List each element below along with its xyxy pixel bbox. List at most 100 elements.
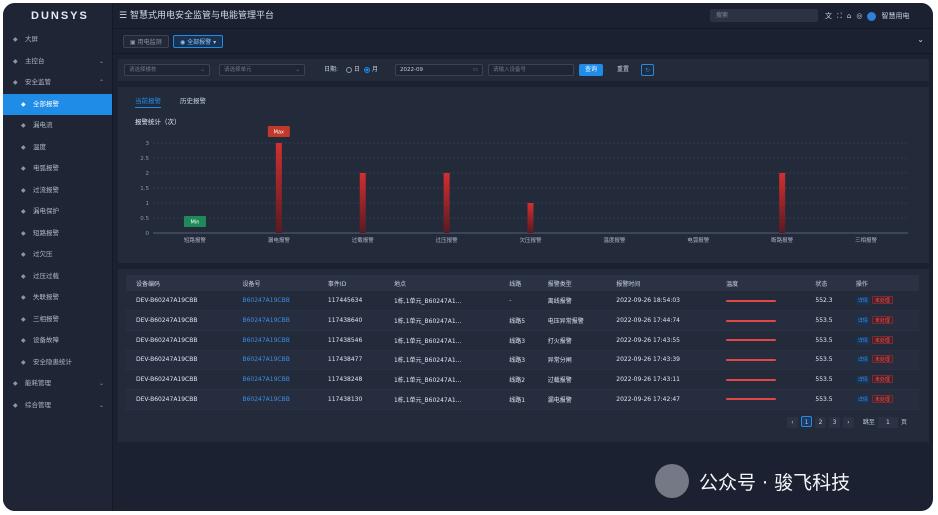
refresh-icon[interactable]: ↻ xyxy=(641,64,655,76)
month-picker[interactable]: 2022-09 ▭ xyxy=(395,64,483,76)
tab-all-alarms[interactable]: ◉ 全部报警 ▾ xyxy=(173,35,224,48)
cell-device[interactable]: B60247A19CBB xyxy=(232,369,318,390)
protect-icon: ◆ xyxy=(21,208,26,215)
cell-device[interactable]: B60247A19CBB xyxy=(232,310,318,331)
tab-power-monitor[interactable]: ▣ 用电监测 xyxy=(123,35,169,48)
cell-type: 漏电报警 xyxy=(537,389,607,410)
bar[interactable] xyxy=(443,173,450,233)
next-page-button[interactable]: › xyxy=(843,417,854,428)
menu-toggle-icon[interactable]: ☰ xyxy=(119,11,130,21)
day-radio[interactable]: 日 xyxy=(346,64,360,76)
sidebar-item-15[interactable]: ◆ 安全隐患统计 xyxy=(3,352,112,374)
view-button[interactable]: 详情 xyxy=(855,356,870,365)
month-value: 2022-09 xyxy=(400,67,423,73)
tab-icon: ▣ xyxy=(130,39,138,46)
view-button[interactable]: 详情 xyxy=(855,297,870,306)
sidebar-item-label: 全部报警 xyxy=(33,99,59,108)
building-select[interactable]: 请选择楼栋 ⌄ xyxy=(124,64,210,76)
chevron-down-icon[interactable]: ⌄ xyxy=(917,35,924,44)
sidebar-item-5[interactable]: ◆ 温度 xyxy=(3,137,112,159)
energy-icon: ◆ xyxy=(13,380,18,387)
table-row: DEV-B60247A19CBB B60247A19CBB 117438640 1栋,… xyxy=(126,310,919,331)
sidebar-item-label: 短路报警 xyxy=(33,228,59,237)
sidebar-item-label: 安全监管 xyxy=(25,78,51,86)
sidebar-item-3[interactable]: ◆ 全部报警 xyxy=(3,93,112,115)
search-input[interactable]: 搜索 xyxy=(710,9,818,22)
cell-status: 553.5 xyxy=(805,330,846,351)
goto-input[interactable]: 1 xyxy=(877,417,898,428)
bar[interactable] xyxy=(359,173,366,233)
sidebar-item-8[interactable]: ◆ 漏电保护 xyxy=(3,201,112,223)
cell-device[interactable]: B60247A19CBB xyxy=(232,389,318,410)
sidebar-item-1[interactable]: ◆ 主控台 ⌄ xyxy=(3,51,112,73)
github-icon[interactable]: ◎ xyxy=(856,12,862,20)
page-3-button[interactable]: 3 xyxy=(829,417,840,428)
y-tick-label: 1.5 xyxy=(140,186,149,192)
view-button[interactable]: 详情 xyxy=(855,317,870,326)
heart-icon: ◆ xyxy=(13,57,18,65)
prev-page-button[interactable]: ‹ xyxy=(787,417,798,428)
x-tick-label: 三相报警 xyxy=(855,236,878,244)
sidebar-item-2[interactable]: ◆ 安全监管 ⌃ xyxy=(3,72,112,94)
bar[interactable] xyxy=(275,143,282,233)
page-2-button[interactable]: 2 xyxy=(815,417,826,428)
overload-icon: ◆ xyxy=(21,272,26,280)
marker-label: Min xyxy=(191,220,200,226)
column-header: 事件ID xyxy=(317,275,384,291)
sidebar-item-0[interactable]: ◆ 大屏 xyxy=(3,29,112,51)
month-radio[interactable]: 月 xyxy=(364,64,378,76)
reset-button[interactable]: 重置 xyxy=(611,64,635,76)
unit-select[interactable]: 请选择单元 ⌄ xyxy=(219,64,305,76)
temperature-bar xyxy=(726,339,777,342)
user-name[interactable]: 智慧用电 xyxy=(881,12,909,20)
unprocessed-badge[interactable]: 未处理 xyxy=(871,296,893,305)
sidebar-item-12[interactable]: ◆ 失联报警 xyxy=(3,287,112,309)
sidebar-item-17[interactable]: ◆ 综合管理 ⌄ xyxy=(3,395,112,417)
tab-label: 全部报警 xyxy=(187,39,212,46)
temp-icon: ◆ xyxy=(21,143,26,151)
bar[interactable] xyxy=(779,173,786,233)
fullscreen-icon[interactable]: ⛶ xyxy=(837,12,842,20)
bar[interactable] xyxy=(527,203,534,233)
sidebar-item-label: 电弧报警 xyxy=(33,164,59,172)
chevron-icon: ⌄ xyxy=(98,380,104,387)
app-frame: DUNSYS ◆ 大屏 ◆ 主控台 ⌄ ◆ 安全监管 ⌃ ◆ 全部报警 ◆ 漏电流 ◆ 温度 ◆ 电弧报警 ◆ 过… xyxy=(3,3,933,511)
sidebar-item-label: 主控台 xyxy=(25,56,45,65)
device-input[interactable]: 请输入设备号 xyxy=(488,64,574,76)
unprocessed-badge[interactable]: 未处理 xyxy=(871,394,893,403)
view-button[interactable]: 详情 xyxy=(855,395,870,404)
unprocessed-badge[interactable]: 未处理 xyxy=(871,355,893,364)
cell-device[interactable]: B60247A19CBB xyxy=(232,291,318,312)
translate-icon[interactable]: 文 xyxy=(825,12,832,20)
marker-max: Max xyxy=(267,126,290,137)
sidebar-item-6[interactable]: ◆ 电弧报警 xyxy=(3,158,112,180)
sidebar-item-14[interactable]: ◆ 设备故障 xyxy=(3,330,112,352)
sidebar: DUNSYS ◆ 大屏 ◆ 主控台 ⌄ ◆ 安全监管 ⌃ ◆ 全部报警 ◆ 漏电流 ◆ 温度 ◆ 电弧报警 ◆ 过… xyxy=(3,3,113,511)
watermark: 公众号 · 骏飞科技 xyxy=(655,461,933,501)
view-button[interactable]: 详情 xyxy=(855,336,870,345)
sidebar-item-13[interactable]: ◆ 三相报警 xyxy=(3,309,112,331)
cell-line: 线路2 xyxy=(499,369,538,390)
column-header: 报警时间 xyxy=(606,275,717,291)
search-button[interactable]: 查询 xyxy=(579,64,604,76)
avatar[interactable] xyxy=(867,11,877,21)
cell-device[interactable]: B60247A19CBB xyxy=(232,330,318,351)
voltage-icon: ◆ xyxy=(21,251,26,258)
cell-code: DEV-B60247A19CBB xyxy=(126,310,233,331)
y-tick-label: 2.5 xyxy=(140,156,149,162)
cell-device[interactable]: B60247A19CBB xyxy=(232,350,318,371)
sidebar-item-16[interactable]: ◆ 能耗管理 ⌄ xyxy=(3,373,112,395)
sidebar-item-4[interactable]: ◆ 漏电流 xyxy=(3,115,112,137)
sidebar-item-7[interactable]: ◆ 过流报警 xyxy=(3,180,112,202)
unprocessed-badge[interactable]: 未处理 xyxy=(871,375,893,384)
unprocessed-badge[interactable]: 未处理 xyxy=(871,335,893,344)
sidebar-item-10[interactable]: ◆ 过欠压 xyxy=(3,244,112,266)
sidebar-item-9[interactable]: ◆ 短路报警 xyxy=(3,223,112,245)
table-header: 设备编码 设备号 事件ID 地点 线路 报警类型 报警时间 温度 状态 操作 xyxy=(126,275,919,291)
home-icon[interactable]: ⌂ xyxy=(847,12,851,20)
view-button[interactable]: 详情 xyxy=(855,376,870,385)
cell-time: 2022-09-26 17:43:39 xyxy=(606,350,717,371)
unprocessed-badge[interactable]: 未处理 xyxy=(871,316,893,325)
page-1-button[interactable]: 1 xyxy=(801,416,812,427)
sidebar-item-11[interactable]: ◆ 过压过载 xyxy=(3,266,112,288)
